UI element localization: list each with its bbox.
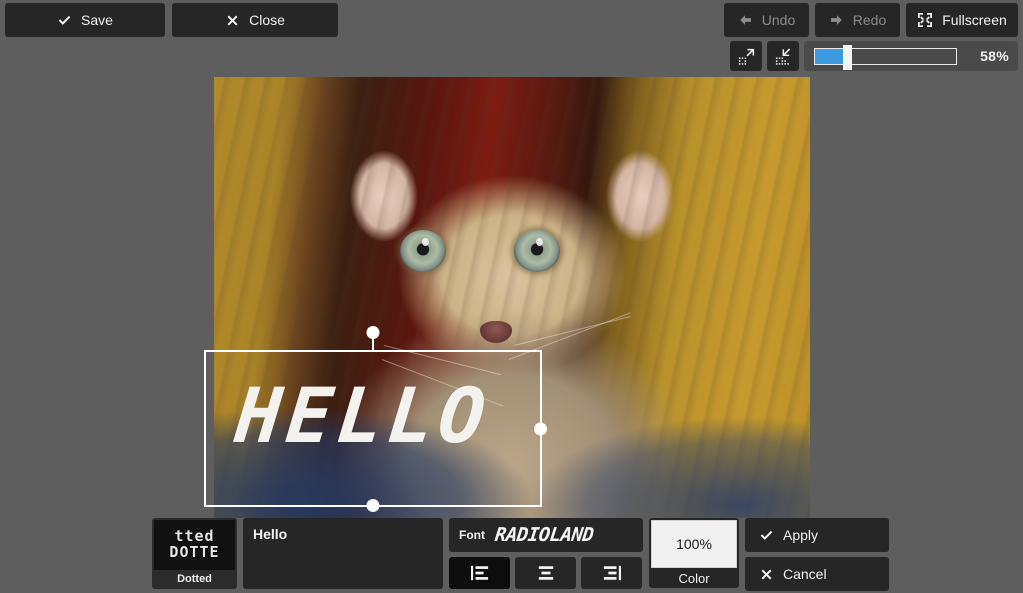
save-label: Save xyxy=(81,12,113,28)
image-editor-app: Save Close Undo Redo Fullscreen 58% HELL… xyxy=(0,0,1023,593)
color-label: Color xyxy=(678,571,710,586)
fullscreen-icon xyxy=(917,12,933,28)
save-button[interactable]: Save xyxy=(5,3,165,37)
alignment-group xyxy=(449,557,643,589)
cancel-button[interactable]: Cancel xyxy=(745,557,889,591)
align-right-icon xyxy=(601,564,623,582)
zoom-expand-icon-button[interactable] xyxy=(730,41,762,71)
primary-toolbar: Save Close xyxy=(5,3,338,37)
history-toolbar: Undo Redo Fullscreen xyxy=(724,3,1018,37)
align-right-button[interactable] xyxy=(581,557,642,589)
image-canvas[interactable] xyxy=(214,77,810,518)
text-tool-toolbar: tted DOTTE Dotted Font RADIOLAND xyxy=(0,518,1023,593)
close-label: Close xyxy=(249,12,285,28)
close-button[interactable]: Close xyxy=(172,3,338,37)
check-icon xyxy=(57,13,72,28)
kitten-eye-right xyxy=(514,230,560,272)
font-thumbnail-label: Dotted xyxy=(177,573,212,585)
font-thumbnail-line-2: DOTTE xyxy=(169,543,220,561)
font-selector[interactable]: Font RADIOLAND xyxy=(449,518,643,552)
font-and-alignment-group: Font RADIOLAND xyxy=(449,518,643,589)
zoom-shrink-icon xyxy=(774,47,793,66)
check-icon xyxy=(759,528,774,543)
fullscreen-button[interactable]: Fullscreen xyxy=(906,3,1018,37)
zoom-expand-icon xyxy=(737,47,756,66)
undo-label: Undo xyxy=(761,12,796,28)
apply-button[interactable]: Apply xyxy=(745,518,889,552)
zoom-slider[interactable]: 58% xyxy=(804,41,1018,71)
fullscreen-label: Fullscreen xyxy=(942,12,1007,28)
redo-button[interactable]: Redo xyxy=(815,3,900,37)
font-selector-label: Font xyxy=(459,528,485,542)
kitten-eye-left xyxy=(400,230,446,272)
redo-label: Redo xyxy=(852,12,887,28)
zoom-shrink-icon-button[interactable] xyxy=(767,41,799,71)
action-group: Apply Cancel xyxy=(745,518,889,591)
font-thumbnail-preview: tted DOTTE xyxy=(154,520,235,570)
photo-kitten xyxy=(214,77,810,518)
cancel-label: Cancel xyxy=(783,566,827,582)
font-thumbnail-button[interactable]: tted DOTTE Dotted xyxy=(152,518,237,589)
x-icon xyxy=(759,567,774,582)
align-center-icon xyxy=(535,564,557,582)
text-input[interactable] xyxy=(243,518,443,589)
zoom-slider-handle[interactable] xyxy=(843,44,853,70)
undo-button[interactable]: Undo xyxy=(724,3,809,37)
color-swatch[interactable]: 100% xyxy=(651,520,737,568)
x-icon xyxy=(225,13,240,28)
align-left-icon xyxy=(469,564,491,582)
zoom-slider-track[interactable] xyxy=(814,44,957,70)
arrow-right-icon xyxy=(829,13,844,27)
zoom-percent-label: 58% xyxy=(980,48,1009,64)
zoom-toolbar: 58% xyxy=(730,41,1018,71)
arrow-left-icon xyxy=(738,13,753,27)
color-opacity-label: 100% xyxy=(676,536,712,552)
color-picker[interactable]: 100% Color xyxy=(649,518,739,588)
font-selector-value: RADIOLAND xyxy=(493,524,595,546)
apply-label: Apply xyxy=(783,527,819,543)
align-left-button[interactable] xyxy=(449,557,510,589)
align-center-button[interactable] xyxy=(515,557,576,589)
